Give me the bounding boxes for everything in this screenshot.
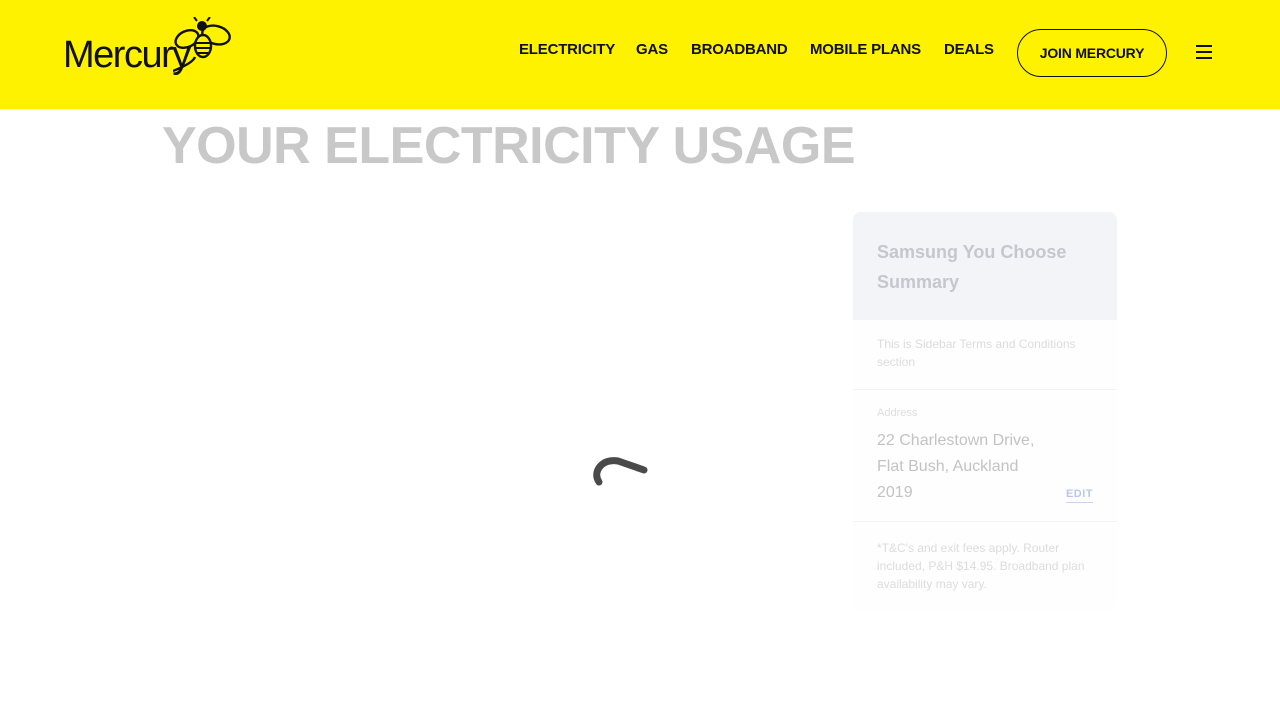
- summary-sidebar: Samsung You Choose Summary This is Sideb…: [853, 212, 1117, 610]
- nav-mobile-plans[interactable]: MOBILE PLANS: [810, 40, 921, 60]
- nav-gas[interactable]: GAS: [636, 40, 668, 60]
- bee-logo-icon: [173, 17, 231, 73]
- logo-wordmark: Mercury: [63, 34, 191, 76]
- nav-electricity[interactable]: ELECTRICITY: [519, 40, 615, 60]
- edit-address-link[interactable]: EDIT: [1065, 488, 1093, 503]
- nav-deals[interactable]: DEALS: [944, 40, 994, 60]
- mercury-logo[interactable]: Mercury: [63, 17, 233, 79]
- sidebar-title: Samsung You Choose Summary: [877, 242, 1067, 292]
- address-section: Address 22 Charlestown Drive, Flat Bush,…: [853, 390, 1117, 522]
- join-mercury-button[interactable]: JOIN MERCURY: [1017, 29, 1167, 77]
- address-line-2: Flat Bush, Auckland: [877, 458, 1019, 475]
- loading-spinner-icon: [593, 457, 648, 486]
- sidebar-header: Samsung You Choose Summary: [853, 212, 1117, 320]
- site-header: Mercury ELECTRICITY GAS BROADBAND MOBILE…: [0, 0, 1280, 109]
- address-value: 22 Charlestown Drive, Flat Bush, Aucklan…: [877, 428, 1093, 506]
- address-line-1: 22 Charlestown Drive,: [877, 432, 1035, 449]
- address-line-3: 2019: [877, 484, 913, 501]
- sidebar-disclaimer: *T&C's and exit fees apply. Router inclu…: [877, 541, 1085, 591]
- page-title: YOUR ELECTRICITY USAGE: [162, 117, 856, 175]
- address-label: Address: [877, 407, 918, 419]
- nav-broadband[interactable]: BROADBAND: [691, 40, 788, 60]
- hamburger-menu-icon[interactable]: [1196, 45, 1212, 59]
- sidebar-terms: This is Sidebar Terms and Conditions sec…: [853, 320, 1117, 390]
